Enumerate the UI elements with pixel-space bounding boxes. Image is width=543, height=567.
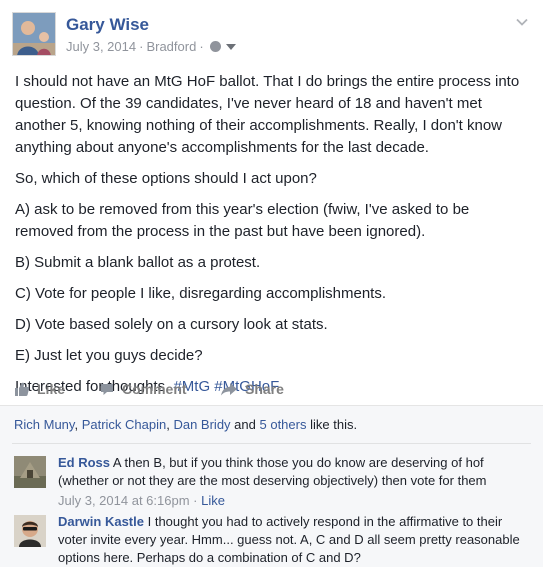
globe-icon — [209, 41, 221, 52]
chevron-down-icon[interactable] — [516, 16, 528, 28]
post-paragraph: D) Vote based solely on a cursory look a… — [15, 316, 328, 333]
post-date[interactable]: July 3, 2014 — [66, 39, 136, 54]
thumbs-up-icon — [15, 382, 29, 396]
post-paragraph: C) Vote for people I like, disregarding … — [15, 285, 387, 302]
like-label: Like — [37, 381, 66, 397]
share-button[interactable]: Share — [221, 378, 284, 400]
share-label: Share — [245, 381, 284, 397]
comment-button[interactable]: Comment — [100, 378, 187, 400]
comment-label: Comment — [122, 381, 187, 397]
likes-summary: Rich Muny, Patrick Chapin, Dan Bridy and… — [14, 417, 358, 432]
liker-link[interactable]: Patrick Chapin — [82, 417, 167, 432]
post-paragraph: So, which of these options should I act … — [15, 170, 317, 187]
comment-time[interactable]: July 3, 2014 at 6:16pm — [58, 493, 190, 508]
post-paragraph: I should not have an MtG HoF ballot. Tha… — [15, 73, 520, 156]
likes-others-link[interactable]: 5 others — [260, 417, 307, 432]
author-name[interactable]: Gary Wise — [66, 15, 149, 35]
divider — [12, 443, 531, 444]
post-meta: July 3, 2014 · Bradford · — [66, 39, 236, 54]
post-location[interactable]: Bradford — [146, 39, 196, 54]
post-actions: Like Comment Share — [15, 378, 530, 400]
post-body: I should not have an MtG HoF ballot. Tha… — [15, 71, 530, 407]
post-paragraph: E) Just let you guys decide? — [15, 347, 203, 364]
privacy-dropdown-icon[interactable] — [225, 44, 236, 50]
comment-body: Ed Ross A then B, but if you think those… — [58, 454, 528, 510]
comment-text: A then B, but if you think those you do … — [58, 455, 487, 488]
feedback-section: Rich Muny, Patrick Chapin, Dan Bridy and… — [0, 405, 543, 567]
share-arrow-icon — [221, 382, 237, 395]
likes-suffix: like this. — [310, 417, 358, 432]
speech-bubble-icon — [101, 383, 113, 395]
comment-body: Darwin Kastle I thought you had to activ… — [58, 513, 528, 567]
commenter-name[interactable]: Ed Ross — [58, 455, 110, 470]
liker-link[interactable]: Rich Muny — [14, 417, 74, 432]
liker-link[interactable]: Dan Bridy — [173, 417, 230, 432]
commenter-avatar[interactable] — [14, 515, 46, 547]
commenter-name[interactable]: Darwin Kastle — [58, 514, 144, 529]
post-paragraph: A) ask to be removed from this year's el… — [15, 201, 470, 240]
post-paragraph: B) Submit a blank ballot as a protest. — [15, 254, 261, 271]
comment-meta: July 3, 2014 at 6:16pm · Like — [58, 493, 225, 508]
post-header: Gary Wise July 3, 2014 · Bradford · — [12, 12, 532, 62]
author-avatar[interactable] — [12, 12, 56, 56]
commenter-avatar[interactable] — [14, 456, 46, 488]
comment-like-link[interactable]: Like — [201, 493, 225, 508]
like-button[interactable]: Like — [15, 378, 65, 400]
likes-and: and — [234, 417, 256, 432]
